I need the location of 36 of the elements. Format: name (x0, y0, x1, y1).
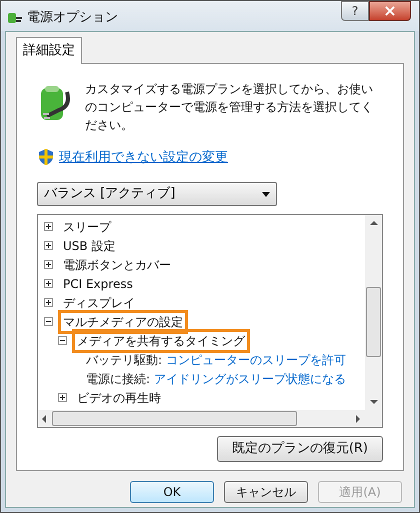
caret-icon (262, 192, 270, 196)
collapse-toggle[interactable] (58, 336, 67, 345)
plus-icon (46, 243, 51, 248)
expand-toggle[interactable] (58, 393, 67, 402)
restore-defaults-button[interactable]: 既定のプランの復元(R) (216, 436, 383, 462)
setting-label: バッテリ駆動: (86, 352, 162, 368)
plan-dropdown[interactable]: バランス [アクティブ] (37, 182, 277, 206)
dialog-button[interactable]: キャンセル (224, 480, 308, 502)
setting-value[interactable]: コンピューターのスリープを許可 (166, 350, 346, 368)
help-button[interactable]: ? (341, 1, 369, 21)
horizontal-scrollbar[interactable] (38, 410, 382, 427)
minus-icon (60, 338, 65, 343)
expand-toggle[interactable] (44, 241, 53, 250)
plus-icon (46, 224, 51, 229)
plus-icon (46, 262, 51, 267)
plus-icon (60, 395, 65, 400)
dialog-button[interactable]: OK (130, 480, 214, 502)
setting-value[interactable]: アイドリングがスリープ状態になる (154, 370, 346, 388)
minus-icon (46, 319, 51, 324)
shield-icon (39, 149, 53, 166)
expand-toggle[interactable] (44, 260, 53, 269)
tab[interactable]: 詳細設定 (16, 37, 82, 64)
window-title: 電源オプション (27, 9, 118, 27)
expand-toggle[interactable] (44, 298, 53, 307)
expand-toggle[interactable] (44, 279, 53, 288)
expand-toggle[interactable] (44, 222, 53, 231)
plus-icon (46, 281, 51, 286)
tree-item[interactable]: マルチメディアの設定 (58, 310, 188, 334)
plus-icon (46, 300, 51, 305)
setting-label: 電源に接続: (86, 370, 150, 388)
tree-item[interactable]: ビデオの再生時 (72, 386, 166, 410)
settings-link[interactable]: 現在利用できない設定の変更 (59, 148, 228, 167)
tree-item[interactable]: メディアを共有するタイミング (72, 328, 250, 352)
vertical-scrollbar[interactable] (365, 215, 382, 410)
intro-text: カスタマイズする電源プランを選択してから、お使いのコンピューターで電源を管理する方法を選択してください。 (85, 80, 374, 134)
collapse-toggle[interactable] (44, 317, 53, 326)
